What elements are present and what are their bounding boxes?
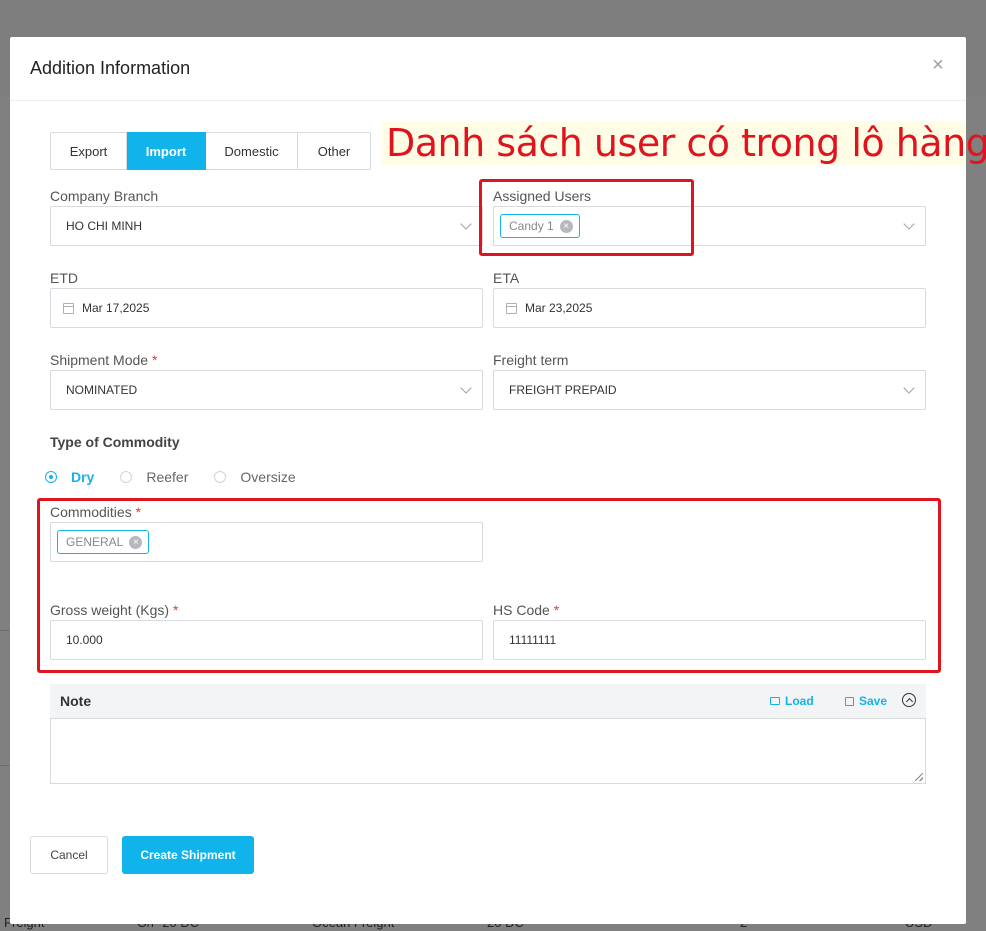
required-mark: * <box>553 602 560 618</box>
chevron-down-icon <box>460 218 472 230</box>
assigned-users-select[interactable]: Candy 1 × <box>493 206 926 246</box>
assigned-users-label: Assigned Users <box>493 188 592 204</box>
commodities-select[interactable]: GENERAL × <box>50 522 483 562</box>
tab-other[interactable]: Other <box>298 132 371 170</box>
freight-term-select[interactable]: FREIGHT PREPAID <box>493 370 926 410</box>
remove-tag-icon[interactable]: × <box>129 535 143 549</box>
radio-reefer[interactable]: Reefer <box>120 469 188 485</box>
calendar-icon <box>63 302 74 314</box>
shipment-mode-label-text: Shipment Mode <box>50 352 149 368</box>
save-note-label: Save <box>859 694 888 708</box>
commodity-tag: GENERAL × <box>57 530 150 554</box>
required-mark: * <box>135 504 142 520</box>
hs-code-value: 11111111 <box>509 633 557 647</box>
chevron-down-icon <box>903 218 915 230</box>
radio-dry[interactable]: Dry <box>45 469 94 485</box>
gross-weight-label-text: Gross weight (Kgs) <box>50 602 170 618</box>
gross-weight-label: Gross weight (Kgs) * <box>50 602 178 618</box>
modal-header: Addition Information <box>10 37 966 101</box>
radio-dry-label: Dry <box>71 469 95 485</box>
load-note-label: Load <box>785 694 814 708</box>
eta-label: ETA <box>493 270 520 286</box>
etd-value: Mar 17,2025 <box>82 301 150 315</box>
close-icon[interactable]: × <box>930 55 946 75</box>
addition-information-modal: Addition Information × Export Import Dom… <box>10 37 986 924</box>
freight-term-label: Freight term <box>493 352 569 368</box>
folder-icon <box>770 697 780 705</box>
create-shipment-button[interactable]: Create Shipment <box>122 836 254 874</box>
company-branch-value: HO CHI MINH <box>66 219 142 233</box>
shipment-mode-label: Shipment Mode * <box>50 352 157 368</box>
radio-dot-icon <box>214 471 227 483</box>
commodities-label-text: Commodities <box>50 504 132 520</box>
commodity-tag-label: GENERAL <box>66 535 124 549</box>
required-mark: * <box>172 602 179 618</box>
modal-title: Addition Information <box>30 58 191 78</box>
eta-value: Mar 23,2025 <box>525 301 593 315</box>
eta-date-input[interactable]: Mar 23,2025 <box>493 288 926 328</box>
save-note-button[interactable]: Save <box>845 694 887 708</box>
chevron-down-icon <box>903 382 915 394</box>
shipment-mode-select[interactable]: NOMINATED <box>50 370 483 410</box>
note-textarea[interactable] <box>50 718 926 784</box>
resize-handle-icon[interactable] <box>915 773 923 781</box>
radio-dot-icon <box>45 471 57 483</box>
hs-code-input[interactable]: 11111111 <box>493 620 926 660</box>
load-note-button[interactable]: Load <box>770 694 814 708</box>
hs-code-label-text: HS Code <box>493 602 550 618</box>
required-mark: * <box>151 352 158 368</box>
note-title: Note <box>60 693 92 709</box>
shipment-type-tabs: Export Import Domestic Other <box>50 132 371 170</box>
radio-reefer-label: Reefer <box>146 469 189 485</box>
company-branch-select[interactable]: HO CHI MINH <box>50 206 483 246</box>
company-branch-label: Company Branch <box>50 188 159 204</box>
floppy-icon <box>845 696 854 706</box>
gross-weight-input[interactable]: 10.000 <box>50 620 483 660</box>
background-divider <box>0 630 10 631</box>
calendar-icon <box>506 302 517 314</box>
gross-weight-value: 10.000 <box>66 633 103 647</box>
shipment-mode-value: NOMINATED <box>66 383 138 397</box>
freight-term-value: FREIGHT PREPAID <box>509 383 617 397</box>
tab-domestic[interactable]: Domestic <box>206 132 298 170</box>
background-divider <box>0 765 10 766</box>
chevron-down-icon <box>460 382 472 394</box>
annotation-callout: Danh sách user có trong lô hàng <box>382 121 986 165</box>
tab-import[interactable]: Import <box>127 132 206 170</box>
radio-oversize[interactable]: Oversize <box>214 469 296 485</box>
radio-dot-icon <box>120 471 133 483</box>
etd-label: ETD <box>50 270 78 286</box>
tab-export[interactable]: Export <box>50 132 127 170</box>
commodity-type-title: Type of Commodity <box>50 434 180 450</box>
note-header: Note Load Save <box>50 684 926 718</box>
etd-date-input[interactable]: Mar 17,2025 <box>50 288 483 328</box>
cancel-button[interactable]: Cancel <box>30 836 108 874</box>
hs-code-label: HS Code * <box>493 602 559 618</box>
commodities-label: Commodities * <box>50 504 141 520</box>
remove-tag-icon[interactable]: × <box>559 219 573 233</box>
chevron-up-circle-icon[interactable] <box>902 693 916 707</box>
user-tag-label: Candy 1 <box>509 219 554 233</box>
user-tag: Candy 1 × <box>500 214 580 238</box>
radio-oversize-label: Oversize <box>240 469 296 485</box>
commodity-type-radio-group: Dry Reefer Oversize <box>45 469 322 485</box>
